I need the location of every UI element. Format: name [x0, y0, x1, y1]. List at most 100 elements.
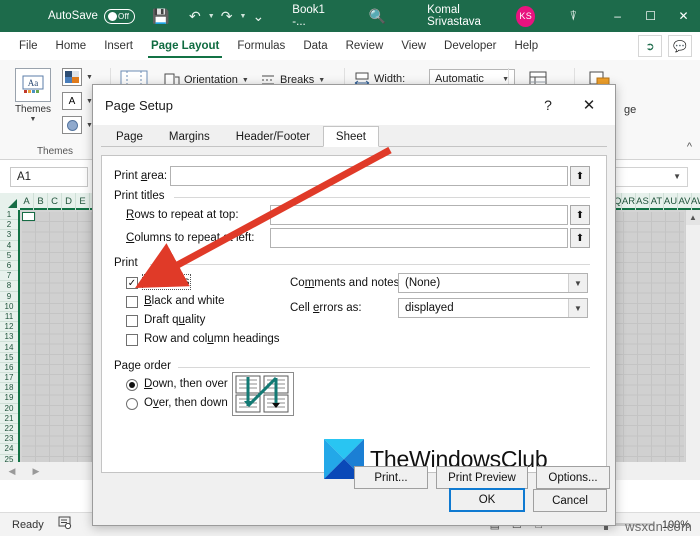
- black-and-white-checkbox[interactable]: [126, 296, 138, 308]
- over-then-down-label[interactable]: Over, then down: [144, 397, 228, 409]
- orientation-chevron-down-icon[interactable]: ▼: [242, 77, 249, 84]
- print-area-input[interactable]: [170, 166, 568, 186]
- comments-chevron-down-icon[interactable]: ▼: [568, 274, 587, 292]
- print-button[interactable]: Print...: [354, 466, 428, 489]
- row-header-3[interactable]: 3: [0, 230, 18, 241]
- column-header-AV[interactable]: AV: [678, 193, 692, 210]
- dialog-tab-sheet[interactable]: Sheet: [322, 126, 379, 147]
- ribbon-display-options-icon[interactable]: ⍒: [561, 0, 585, 32]
- row-header-5[interactable]: 5: [0, 251, 18, 261]
- ribbon-tab-help[interactable]: Help: [505, 33, 547, 59]
- column-header-C[interactable]: C: [48, 193, 62, 210]
- cell-errors-dropdown[interactable]: displayed ▼: [398, 298, 588, 318]
- print-preview-button[interactable]: Print Preview: [436, 466, 528, 489]
- row-header-18[interactable]: 18: [0, 383, 18, 394]
- previous-sheet-arrow-icon[interactable]: ◀: [0, 466, 24, 477]
- row-header-23[interactable]: 23: [0, 434, 18, 445]
- column-header-AS[interactable]: AS: [636, 193, 650, 210]
- dialog-tab-header-footer[interactable]: Header/Footer: [223, 126, 323, 147]
- theme-colors-button[interactable]: ▼: [62, 68, 93, 86]
- search-icon[interactable]: 🔍: [365, 0, 389, 32]
- row-header-10[interactable]: 10: [0, 302, 18, 312]
- row-header-21[interactable]: 21: [0, 414, 18, 424]
- ribbon-tab-review[interactable]: Review: [337, 33, 393, 59]
- theme-fonts-button[interactable]: A ▼: [62, 92, 93, 110]
- column-header-A[interactable]: A: [20, 193, 34, 210]
- row-header-11[interactable]: 11: [0, 312, 18, 323]
- accessibility-checker-icon[interactable]: [58, 516, 72, 533]
- scroll-up-arrow-icon[interactable]: ▲: [686, 210, 700, 225]
- help-icon[interactable]: ?: [535, 93, 561, 117]
- customize-quick-access-icon[interactable]: ⌄: [246, 0, 270, 32]
- ribbon-tab-page-layout[interactable]: Page Layout: [142, 33, 228, 59]
- column-header-AT[interactable]: AT: [650, 193, 664, 210]
- gridlines-checkbox[interactable]: ✓: [126, 277, 138, 289]
- row-header-2[interactable]: 2: [0, 220, 18, 231]
- draft-quality-checkbox-label[interactable]: Draft quality: [144, 314, 205, 326]
- column-header-D[interactable]: D: [62, 193, 76, 210]
- ribbon-tab-developer[interactable]: Developer: [435, 33, 505, 59]
- print-area-collapse-dialog-icon[interactable]: ⬆: [570, 166, 590, 186]
- theme-colors-chevron-down-icon[interactable]: ▼: [86, 74, 93, 81]
- dialog-tab-page[interactable]: Page: [103, 126, 156, 147]
- close-button[interactable]: ✕: [667, 0, 700, 32]
- autosave-toggle[interactable]: Off: [103, 8, 136, 24]
- ribbon-tab-data[interactable]: Data: [294, 33, 336, 59]
- undo-dropdown-chevron-icon[interactable]: ▼: [208, 13, 215, 20]
- row-header-9[interactable]: 9: [0, 292, 18, 302]
- share-icon[interactable]: ➲: [638, 35, 662, 57]
- dialog-tab-margins[interactable]: Margins: [156, 126, 223, 147]
- redo-icon[interactable]: ↷: [215, 0, 239, 32]
- row-header-16[interactable]: 16: [0, 363, 18, 373]
- column-header-E[interactable]: E: [76, 193, 90, 210]
- row-header-12[interactable]: 12: [0, 322, 18, 333]
- column-header-AR[interactable]: AR: [622, 193, 636, 210]
- column-header-B[interactable]: B: [34, 193, 48, 210]
- save-icon[interactable]: 💾: [149, 0, 173, 32]
- row-column-headings-checkbox[interactable]: [126, 334, 138, 346]
- down-then-over-label[interactable]: Down, then over: [144, 378, 228, 390]
- row-header-6[interactable]: 6: [0, 261, 18, 272]
- row-header-13[interactable]: 13: [0, 332, 18, 343]
- ribbon-tab-formulas[interactable]: Formulas: [228, 33, 294, 59]
- themes-button[interactable]: Aa Themes ▼: [10, 68, 56, 123]
- row-header-24[interactable]: 24: [0, 444, 18, 455]
- select-all-triangle-icon[interactable]: [0, 193, 20, 210]
- row-header-14[interactable]: 14: [0, 342, 18, 353]
- row-header-20[interactable]: 20: [0, 404, 18, 414]
- undo-icon[interactable]: ↶: [183, 0, 207, 32]
- row-header-7[interactable]: 7: [0, 271, 18, 282]
- redo-dropdown-chevron-icon[interactable]: ▼: [240, 13, 247, 20]
- ribbon-tab-insert[interactable]: Insert: [95, 33, 142, 59]
- breaks-chevron-down-icon[interactable]: ▼: [318, 77, 325, 84]
- comments-icon[interactable]: 💬: [668, 35, 692, 57]
- row-header-17[interactable]: 17: [0, 373, 18, 384]
- column-header-AU[interactable]: AU: [664, 193, 678, 210]
- gridlines-checkbox-label[interactable]: Gridlines: [141, 274, 192, 290]
- ribbon-tab-view[interactable]: View: [392, 33, 435, 59]
- cancel-button[interactable]: Cancel: [533, 489, 607, 512]
- rows-repeat-input[interactable]: [270, 205, 568, 225]
- draft-quality-checkbox[interactable]: [126, 315, 138, 327]
- rows-repeat-collapse-dialog-icon[interactable]: ⬆: [570, 205, 590, 225]
- cols-repeat-collapse-dialog-icon[interactable]: ⬆: [570, 228, 590, 248]
- next-sheet-arrow-icon[interactable]: ▶: [24, 466, 48, 477]
- name-box[interactable]: A1: [10, 167, 88, 187]
- comments-and-notes-dropdown[interactable]: (None) ▼: [398, 273, 588, 293]
- row-header-22[interactable]: 22: [0, 424, 18, 435]
- minimize-button[interactable]: –: [601, 0, 634, 32]
- themes-chevron-down-icon[interactable]: ▼: [30, 116, 37, 123]
- vertical-scrollbar[interactable]: ▲: [685, 210, 700, 462]
- row-header-8[interactable]: 8: [0, 281, 18, 292]
- column-header-AW[interactable]: AW: [691, 193, 700, 210]
- over-then-down-radio[interactable]: [126, 398, 138, 410]
- cols-repeat-input[interactable]: [270, 228, 568, 248]
- cell-errors-chevron-down-icon[interactable]: ▼: [568, 299, 587, 317]
- maximize-button[interactable]: ☐: [634, 0, 667, 32]
- chevron-down-icon[interactable]: ▼: [673, 172, 681, 181]
- row-header-19[interactable]: 19: [0, 393, 18, 404]
- theme-effects-button[interactable]: ▼: [62, 116, 93, 134]
- active-cell-a1[interactable]: [22, 212, 35, 221]
- ribbon-tab-home[interactable]: Home: [47, 33, 96, 59]
- row-column-headings-checkbox-label[interactable]: Row and column headings: [144, 333, 280, 345]
